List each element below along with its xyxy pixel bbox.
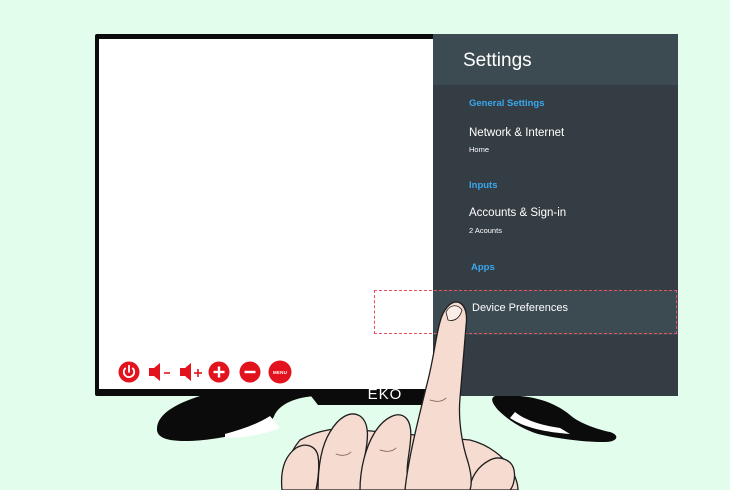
tv-scene: Settings General Settings Network & Inte… [0,0,730,490]
pointing-hand-icon [280,301,519,490]
